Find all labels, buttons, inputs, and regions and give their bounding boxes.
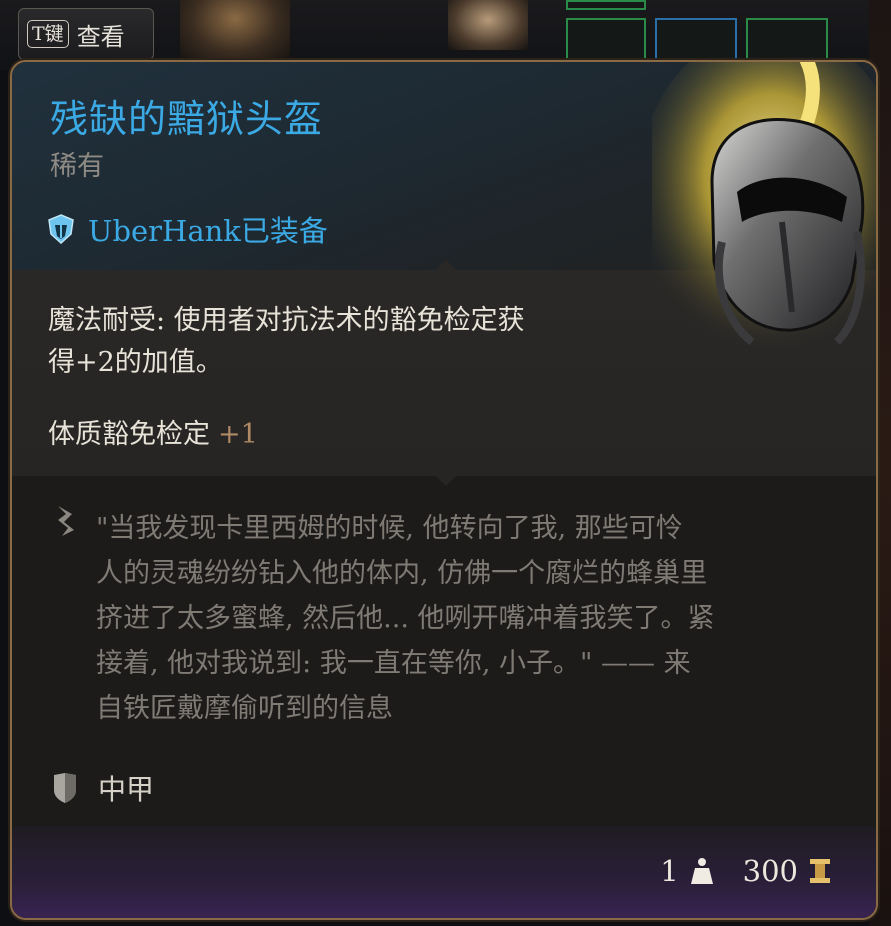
weight-icon xyxy=(690,858,713,884)
item-name: 残缺的黯狱头盔 xyxy=(50,97,324,141)
inventory-slot[interactable] xyxy=(566,0,646,10)
lore-line: 挤进了太多蜜蜂, 然后他... 他咧开嘴冲着我笑了。紧 xyxy=(96,603,715,634)
item-rarity: 稀有 xyxy=(50,151,104,182)
lore-line: 自铁匠戴摩偷听到的信息 xyxy=(96,693,393,724)
armor-type-row: 中甲 xyxy=(52,768,154,808)
equipped-by-text: UberHank已装备 xyxy=(88,214,328,248)
inventory-slot[interactable] xyxy=(746,18,828,64)
character-paperdoll[interactable] xyxy=(448,0,528,50)
gold-coin-icon xyxy=(810,859,830,883)
hotkey-label: 查看 xyxy=(76,22,125,51)
section-divider-notch xyxy=(436,260,456,270)
quill-icon xyxy=(58,506,74,536)
gold-value: 300 xyxy=(742,854,798,888)
equipped-indicator: UberHank已装备 xyxy=(48,208,328,250)
section-divider-notch xyxy=(436,476,456,486)
inventory-slot[interactable] xyxy=(566,18,646,64)
bonus-value: +1 xyxy=(218,419,258,450)
lore-line: 人的灵魂纷纷钻入他的体内, 仿佛一个腐烂的蜂巢里 xyxy=(96,558,708,589)
item-weight-value: 1 300 xyxy=(660,854,832,888)
description-line: 得+2的加值。 xyxy=(48,347,223,378)
description-line: 魔法耐受: 使用者对抗法术的豁免检定获 xyxy=(48,305,525,336)
hotkey-key: T键 xyxy=(27,20,69,48)
helmet-badge-icon xyxy=(48,214,74,244)
shield-icon xyxy=(54,773,76,803)
weight-value: 1 xyxy=(660,854,679,888)
item-tooltip: 残缺的黯狱头盔 稀有 UberHank已装备 魔法耐受: 使用者对抗法术的豁免检… xyxy=(10,60,878,920)
inventory-slot[interactable] xyxy=(655,18,737,64)
saving-throw-bonus: 体质豁免检定 +1 xyxy=(48,412,258,451)
armor-type: 中甲 xyxy=(98,773,155,806)
bonus-label: 体质豁免检定 xyxy=(48,419,210,450)
helmet-item-image xyxy=(652,62,876,357)
character-portrait[interactable] xyxy=(180,0,290,62)
inspect-hotkey-hint[interactable]: T键 查看 xyxy=(18,8,154,60)
lore-text: "当我发现卡里西姆的时候, 他转向了我, 那些可怜 人的灵魂纷纷钻入他的体内, … xyxy=(96,506,848,731)
lore-line: "当我发现卡里西姆的时候, 他转向了我, 那些可怜 xyxy=(96,513,683,544)
lore-line: 接着, 他对我说到: 我一直在等你, 小子。" —— 来 xyxy=(96,648,691,679)
item-description: 魔法耐受: 使用者对抗法术的豁免检定获 得+2的加值。 xyxy=(48,300,648,384)
